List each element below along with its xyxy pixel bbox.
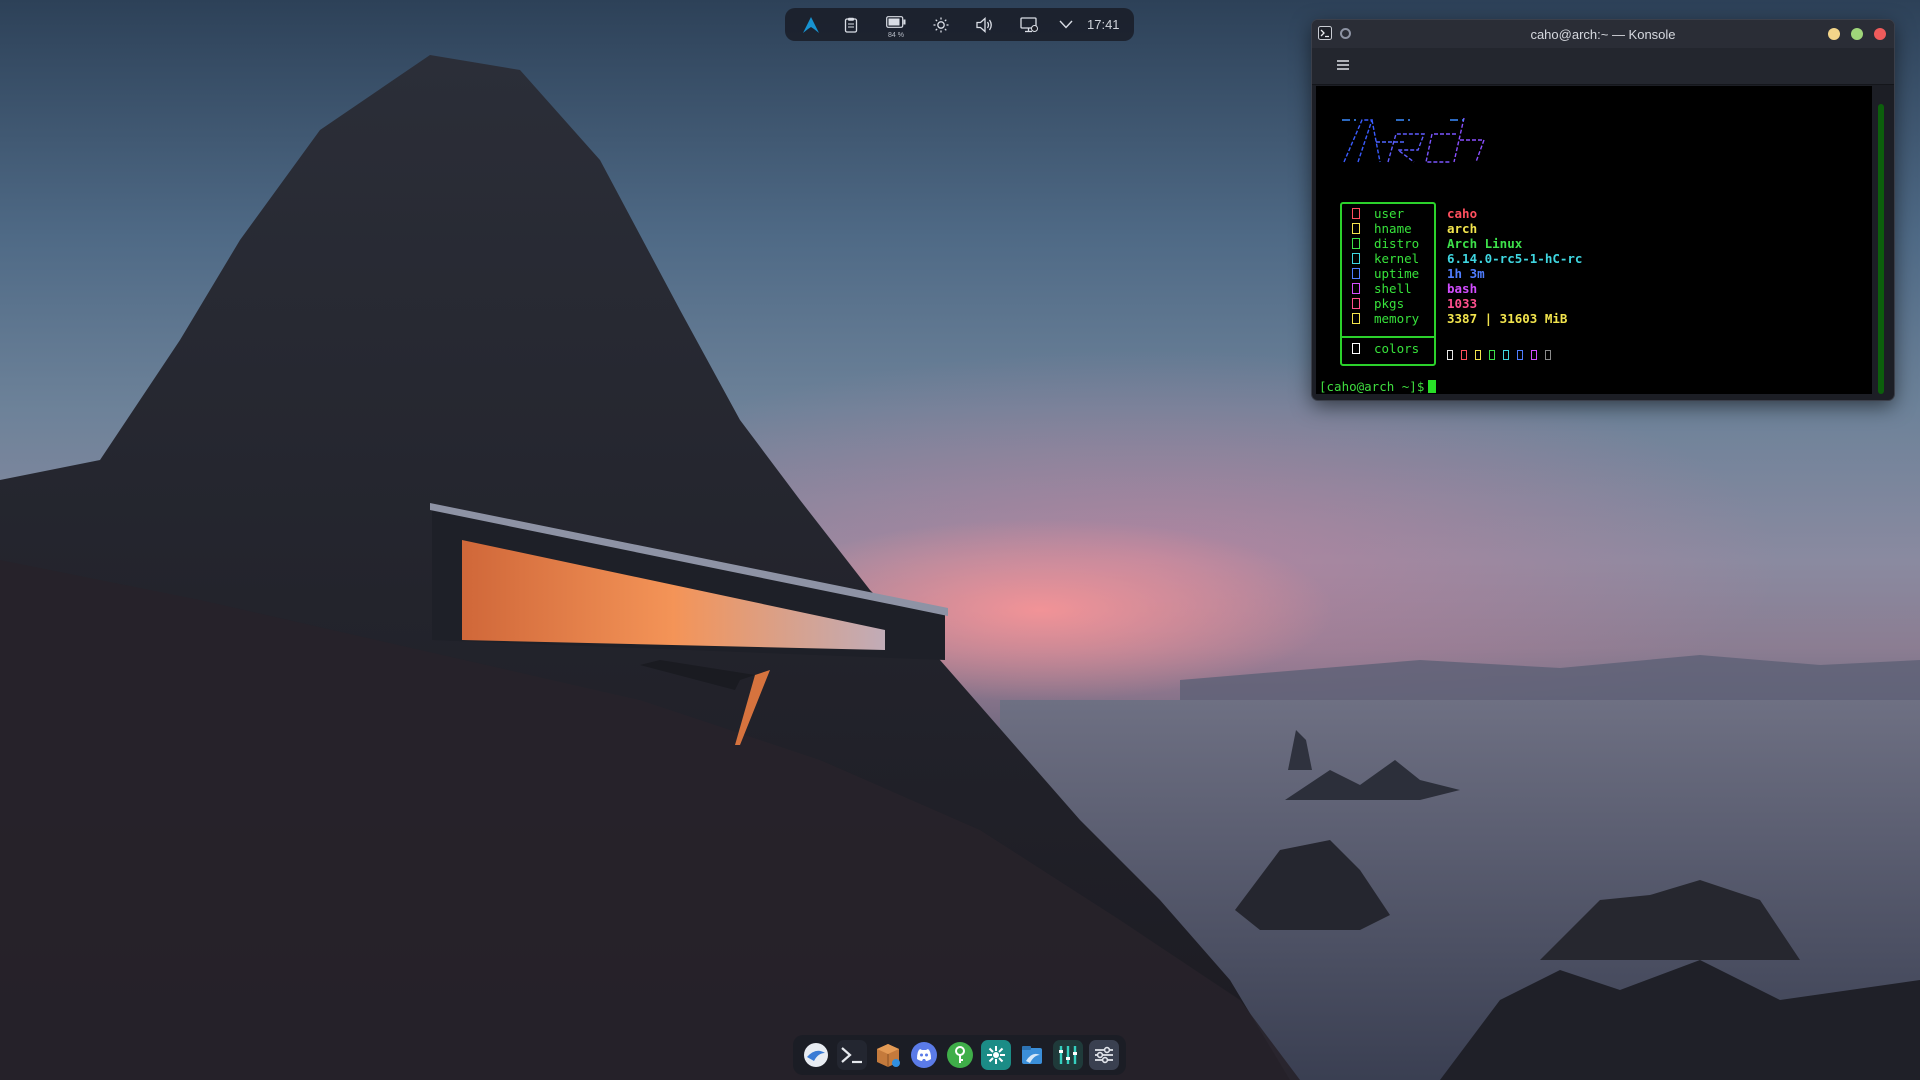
fetch-label-row: distro [1352, 236, 1419, 251]
kde-connect-icon[interactable] [980, 1040, 1011, 1070]
clock[interactable]: 17:41 [1087, 8, 1120, 41]
dolphin-icon[interactable] [1017, 1040, 1047, 1070]
keepass-icon[interactable] [945, 1040, 975, 1070]
fetch-label-row: pkgs [1352, 296, 1404, 311]
text-cursor [1428, 380, 1437, 393]
system-monitor-icon[interactable] [1052, 1040, 1083, 1070]
fetch-value-shell: bash [1447, 281, 1478, 296]
battery-icon [886, 15, 906, 28]
arch-ascii-logo [1342, 117, 1496, 163]
scrollbar[interactable] [1878, 104, 1884, 394]
fetch-value-user: caho [1447, 206, 1478, 221]
fetch-label-row: shell [1352, 281, 1412, 296]
fetch-label-row: colors [1352, 341, 1419, 356]
hamburger-menu-icon[interactable] [1336, 58, 1350, 72]
discord-icon[interactable] [909, 1040, 939, 1070]
shell-prompt[interactable]: [caho@arch ~]$ [1319, 379, 1437, 394]
shell-icon [1352, 283, 1360, 294]
konsole-icon[interactable] [836, 1040, 867, 1070]
clipboard-icon[interactable] [829, 8, 873, 41]
palette-swatch [1447, 350, 1453, 360]
fetch-value-uptime: 1h 3m [1447, 266, 1485, 281]
palette-swatch [1517, 350, 1523, 360]
palette-swatch [1545, 350, 1551, 360]
palette-swatch [1461, 350, 1467, 360]
palette-swatch [1531, 350, 1537, 360]
battery-percent: 84 % [888, 32, 904, 39]
volume-icon[interactable] [963, 8, 1007, 41]
top-panel: 84 % 17:41 [785, 8, 1134, 41]
package-icon [1352, 298, 1360, 309]
palette-icon [1352, 343, 1360, 354]
kernel-icon [1352, 253, 1360, 264]
palette-swatch [1503, 350, 1509, 360]
fetch-value-kernel: 6.14.0-rc5-1-hC-rc [1447, 251, 1583, 266]
palette-swatch [1475, 350, 1481, 360]
minimize-button[interactable] [1828, 28, 1840, 40]
memory-icon [1352, 313, 1360, 324]
host-icon [1352, 223, 1360, 234]
display-icon[interactable] [1007, 8, 1051, 41]
terminal-view[interactable]: user hname distro kernel uptime shell pk… [1316, 86, 1872, 394]
fetch-value-memory: 3387 | 31603 MiB [1447, 311, 1568, 326]
info-separator [1342, 336, 1434, 338]
arch-launcher-icon[interactable] [793, 8, 829, 41]
fetch-label-row: uptime [1352, 266, 1419, 281]
fetch-label-row: user [1352, 206, 1404, 221]
uptime-icon [1352, 268, 1360, 279]
fetch-label-row: memory [1352, 311, 1419, 326]
settings-icon[interactable] [1088, 1040, 1119, 1070]
window-title: caho@arch:~ — Konsole [1530, 27, 1676, 42]
package-icon[interactable] [873, 1040, 903, 1070]
konsole-window[interactable]: caho@arch:~ — Konsole user hname distro … [1312, 20, 1894, 400]
color-palette [1447, 350, 1551, 360]
fetch-value-pkgs: 1033 [1447, 296, 1478, 311]
fetch-label-row: kernel [1352, 251, 1419, 266]
close-button[interactable] [1874, 28, 1886, 40]
fetch-value-hname: arch [1447, 221, 1478, 236]
title-bar[interactable]: caho@arch:~ — Konsole [1312, 20, 1894, 48]
discover-icon[interactable] [801, 1040, 831, 1070]
brightness-icon[interactable] [919, 8, 963, 41]
fetch-label-row: hname [1352, 221, 1412, 236]
fetch-value-distro: Arch Linux [1447, 236, 1523, 251]
dock [793, 1035, 1126, 1075]
distro-icon [1352, 238, 1360, 249]
palette-swatch [1489, 350, 1495, 360]
konsole-toolbar [1312, 48, 1894, 85]
chevron-down-icon[interactable] [1051, 8, 1081, 41]
maximize-button[interactable] [1851, 28, 1863, 40]
user-icon [1352, 208, 1360, 219]
battery-indicator[interactable]: 84 % [873, 8, 919, 41]
